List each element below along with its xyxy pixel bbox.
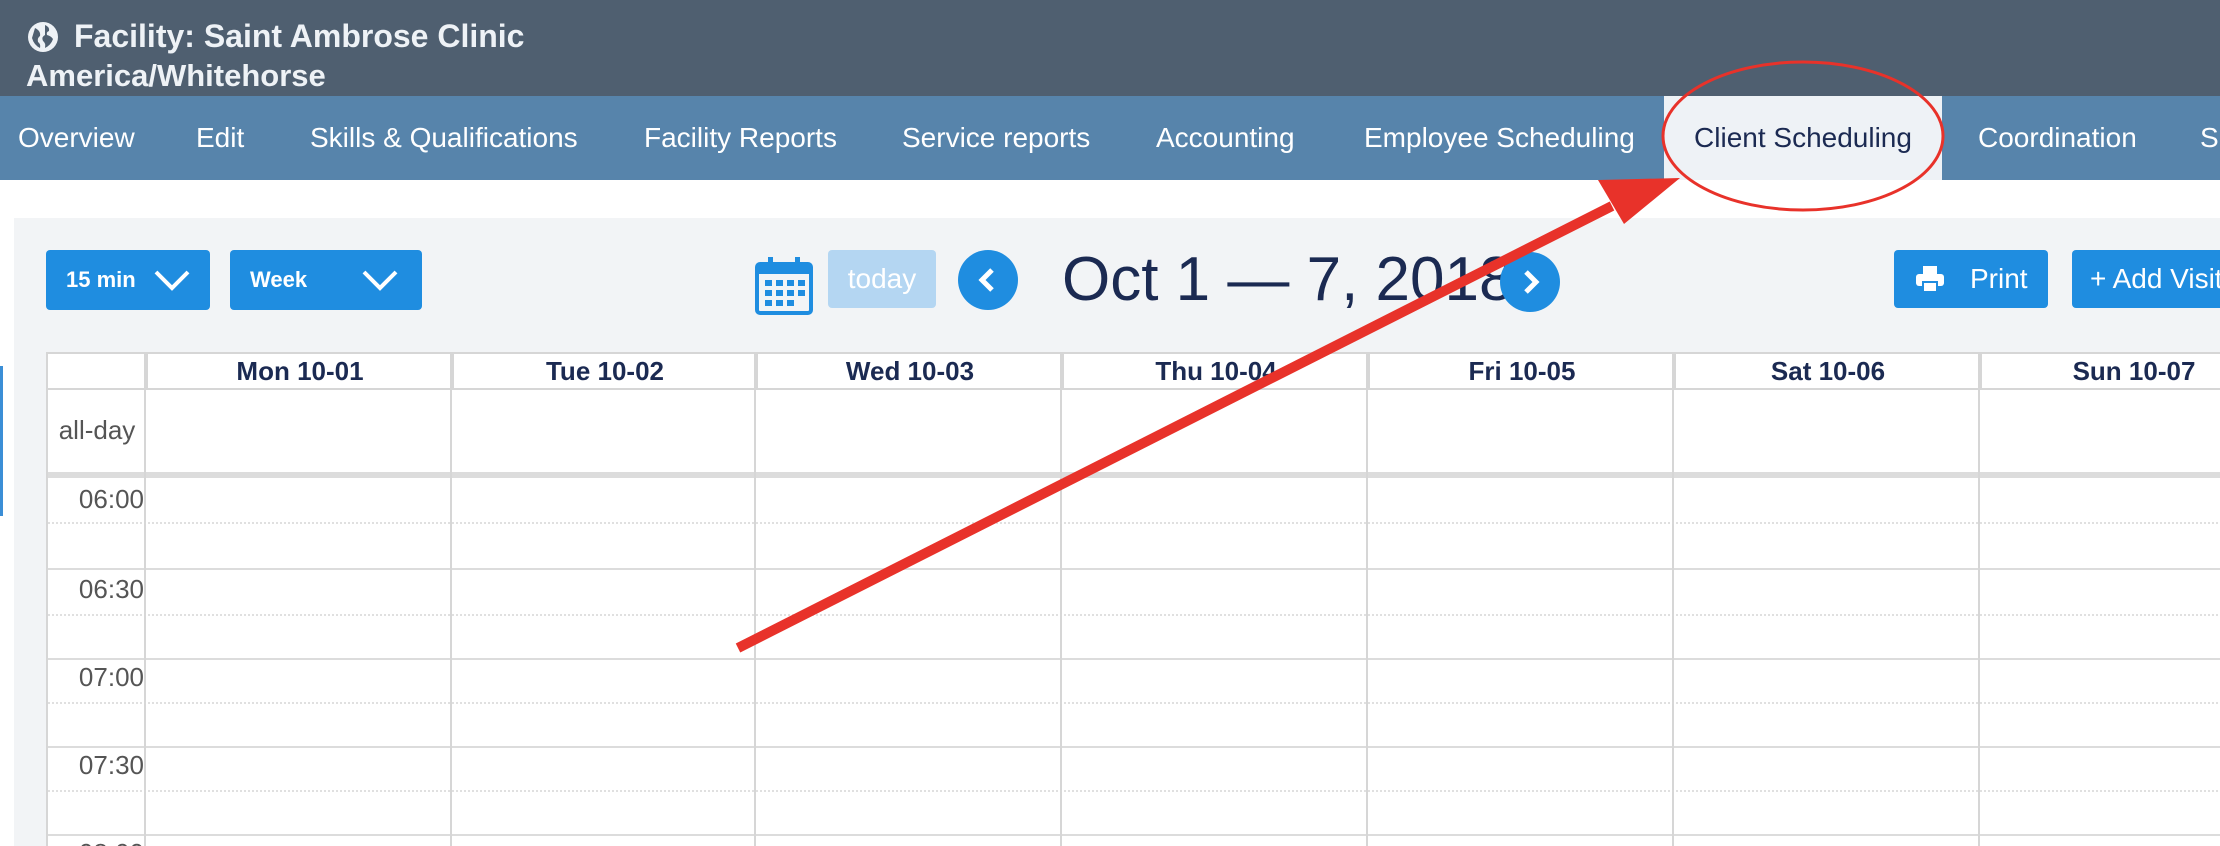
chevron-left-icon bbox=[978, 268, 994, 292]
chevron-right-icon bbox=[1524, 270, 1540, 294]
next-week-button[interactable] bbox=[1500, 252, 1560, 312]
print-button[interactable]: Print bbox=[1894, 250, 2048, 308]
view-value: Week bbox=[250, 267, 308, 292]
add-visit-button[interactable]: + Add Visit bbox=[2072, 250, 2220, 308]
facility-name-text: Facility: Saint Ambrose Clinic bbox=[74, 18, 525, 54]
allday-label: all-day bbox=[58, 415, 136, 445]
chevron-down-icon bbox=[362, 270, 398, 291]
column-divider bbox=[1672, 352, 1674, 846]
time-slot[interactable]: 07:00 bbox=[48, 658, 2220, 704]
interval-dropdown[interactable]: 15 min bbox=[46, 250, 210, 310]
tab-overview[interactable]: Overview bbox=[18, 96, 135, 180]
time-slot[interactable] bbox=[48, 524, 2220, 570]
tab-employee-scheduling[interactable]: Employee Scheduling bbox=[1364, 96, 1635, 180]
day-header-sat: Sat 10-06 bbox=[1674, 354, 1980, 388]
side-accent bbox=[0, 366, 3, 516]
week-calendar-grid: Mon 10-01 Tue 10-02 Wed 10-03 Thu 10-04 … bbox=[46, 352, 2220, 846]
column-divider bbox=[144, 352, 146, 846]
time-slot[interactable] bbox=[48, 790, 2220, 836]
facility-nav: Overview Edit Skills & Qualifications Fa… bbox=[0, 96, 2220, 180]
column-divider bbox=[450, 352, 452, 846]
tab-edit[interactable]: Edit bbox=[196, 96, 244, 180]
column-divider bbox=[1366, 352, 1368, 846]
calendar-icon[interactable] bbox=[754, 256, 814, 316]
chevron-down-icon bbox=[154, 270, 190, 291]
printer-icon bbox=[1916, 266, 1944, 293]
time-label: 07:00 bbox=[78, 662, 144, 692]
time-label: 07:30 bbox=[78, 750, 144, 780]
facility-header: Facility: Saint Ambrose Clinic America/W… bbox=[0, 0, 2220, 96]
day-header-tue: Tue 10-02 bbox=[452, 354, 756, 388]
facility-title: Facility: Saint Ambrose Clinic bbox=[26, 18, 524, 55]
day-header-row: Mon 10-01 Tue 10-02 Wed 10-03 Thu 10-04 … bbox=[48, 352, 2220, 390]
interval-value: 15 min bbox=[66, 267, 136, 292]
print-label: Print bbox=[1970, 263, 2028, 294]
tab-accounting[interactable]: Accounting bbox=[1156, 96, 1295, 180]
prev-week-button[interactable] bbox=[958, 250, 1018, 310]
tab-overflow[interactable]: S bbox=[2200, 96, 2219, 180]
tab-coordination[interactable]: Coordination bbox=[1978, 96, 2137, 180]
facility-timezone: America/Whitehorse bbox=[26, 58, 326, 93]
day-header-mon: Mon 10-01 bbox=[146, 354, 452, 388]
time-label: 06:30 bbox=[78, 574, 144, 604]
tab-client-scheduling[interactable]: Client Scheduling bbox=[1664, 96, 1942, 180]
time-slot[interactable]: 06:30 bbox=[48, 570, 2220, 616]
day-header-thu: Thu 10-04 bbox=[1062, 354, 1368, 388]
today-button[interactable]: today bbox=[828, 250, 936, 308]
column-divider bbox=[1978, 352, 1980, 846]
time-label: 06:00 bbox=[78, 484, 144, 514]
view-dropdown[interactable]: Week bbox=[230, 250, 422, 310]
day-header-fri: Fri 10-05 bbox=[1368, 354, 1674, 388]
tab-service-reports[interactable]: Service reports bbox=[902, 96, 1090, 180]
tab-facility-reports[interactable]: Facility Reports bbox=[644, 96, 837, 180]
column-divider bbox=[754, 352, 756, 846]
add-visit-label: + Add Visit bbox=[2090, 263, 2220, 294]
allday-row[interactable]: all-day bbox=[48, 388, 2220, 478]
time-slot[interactable]: 08:00 bbox=[48, 834, 2220, 846]
time-slot[interactable] bbox=[48, 702, 2220, 748]
date-range-title: Oct 1 — 7, 2018 bbox=[1062, 245, 1514, 314]
time-label: 08:00 bbox=[48, 838, 144, 846]
tab-skills-qualifications[interactable]: Skills & Qualifications bbox=[310, 96, 578, 180]
day-header-wed: Wed 10-03 bbox=[756, 354, 1062, 388]
time-slot[interactable]: 06:00 bbox=[48, 478, 2220, 524]
time-slot[interactable] bbox=[48, 614, 2220, 660]
day-header-sun: Sun 10-07 bbox=[1980, 354, 2220, 388]
globe-icon bbox=[28, 21, 58, 52]
time-slot[interactable]: 07:30 bbox=[48, 746, 2220, 792]
column-divider bbox=[1060, 352, 1062, 846]
